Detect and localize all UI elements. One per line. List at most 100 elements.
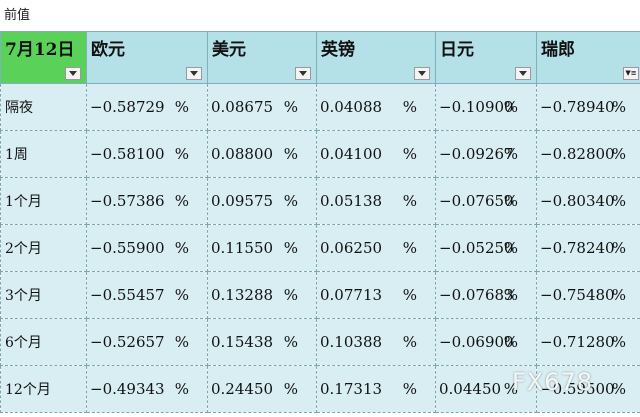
rate-cell[interactable]: −0.07683% <box>435 271 537 319</box>
rate-cell[interactable]: −0.82800% <box>536 130 640 178</box>
header-cell[interactable]: 日元 <box>435 31 537 84</box>
rate-cell[interactable]: 0.05138% <box>316 177 436 225</box>
rate-cell[interactable]: 0.04088% <box>316 83 436 131</box>
rate-cell[interactable]: 0.17313% <box>316 365 436 413</box>
percent-unit: % <box>611 145 626 163</box>
percent-unit: % <box>174 239 189 257</box>
rate-value: −0.57386 <box>90 192 165 210</box>
header-cell[interactable]: 英镑 <box>316 31 436 84</box>
percent-unit: % <box>174 286 189 304</box>
rate-value: 0.05138 <box>320 192 383 210</box>
rate-value: −0.75480 <box>540 286 615 304</box>
rate-cell[interactable]: 0.04100% <box>316 130 436 178</box>
sheet-caption: 前值 <box>4 8 31 23</box>
header-label: 瑞郎 <box>541 40 575 60</box>
term-cell[interactable]: 6个月 <box>0 318 87 366</box>
percent-unit: % <box>611 239 626 257</box>
term-cell[interactable]: 2个月 <box>0 224 87 272</box>
filter-dropdown-icon[interactable] <box>515 67 531 80</box>
rate-cell[interactable]: −0.09267% <box>435 130 537 178</box>
filter-dropdown-icon[interactable] <box>414 67 430 80</box>
rate-cell[interactable]: −0.49343% <box>86 365 208 413</box>
rate-value: −0.55900 <box>90 239 165 257</box>
rate-value: 0.17313 <box>320 380 383 398</box>
header-cell[interactable]: 欧元 <box>86 31 208 84</box>
rate-cell[interactable]: 0.10388% <box>316 318 436 366</box>
rate-value: −0.55457 <box>90 286 165 304</box>
percent-unit: % <box>174 98 189 116</box>
percent-unit: % <box>503 239 518 257</box>
rate-value: −0.71280 <box>540 333 615 351</box>
rate-cell[interactable]: −0.06900% <box>435 318 537 366</box>
rate-cell[interactable]: 0.11550% <box>207 224 317 272</box>
rate-cell[interactable]: −0.07650% <box>435 177 537 225</box>
percent-unit: % <box>283 286 298 304</box>
rate-value: −0.58100 <box>90 145 165 163</box>
rate-cell[interactable]: −0.75480% <box>536 271 640 319</box>
percent-unit: % <box>174 192 189 210</box>
rate-value: −0.82800 <box>540 145 615 163</box>
percent-unit: % <box>283 239 298 257</box>
table-row: 3个月 −0.55457% 0.13288% 0.07713% −0.07683% −0.… <box>0 271 640 319</box>
term-cell[interactable]: 1周 <box>0 130 87 178</box>
rate-cell[interactable]: −0.71280% <box>536 318 640 366</box>
rate-value: 0.08800 <box>211 145 274 163</box>
percent-unit: % <box>283 380 298 398</box>
percent-unit: % <box>402 333 417 351</box>
rate-value: −0.05250 <box>439 239 514 257</box>
rate-value: −0.58729 <box>90 98 165 116</box>
rate-value: 0.24450 <box>211 380 274 398</box>
rate-cell[interactable]: −0.57386% <box>86 177 208 225</box>
rate-cell[interactable]: −0.52657% <box>86 318 208 366</box>
term-cell[interactable]: 隔夜 <box>0 83 87 131</box>
rate-cell[interactable]: −0.55900% <box>86 224 208 272</box>
rate-cell[interactable]: −0.78940% <box>536 83 640 131</box>
percent-unit: % <box>503 286 518 304</box>
filter-active-icon[interactable]: ▼≡ <box>623 67 639 80</box>
rate-cell[interactable]: −0.58100% <box>86 130 208 178</box>
rate-cell[interactable]: 0.08675% <box>207 83 317 131</box>
header-label: 英镑 <box>321 40 355 60</box>
rate-cell[interactable]: 0.15438% <box>207 318 317 366</box>
percent-unit: % <box>174 145 189 163</box>
rate-cell[interactable]: −0.80340% <box>536 177 640 225</box>
percent-unit: % <box>611 333 626 351</box>
table-row: 1个月 −0.57386% 0.09575% 0.05138% −0.07650% −0.… <box>0 177 640 225</box>
header-label: 欧元 <box>91 40 125 60</box>
rate-cell[interactable]: −0.05250% <box>435 224 537 272</box>
rate-cell[interactable]: 0.24450% <box>207 365 317 413</box>
header-date-cell[interactable]: 7月12日 <box>0 31 87 84</box>
header-cell[interactable]: 瑞郎 ▼≡ <box>536 31 640 84</box>
rate-cell[interactable]: −0.10900% <box>435 83 537 131</box>
rate-value: −0.78940 <box>540 98 615 116</box>
table-row: 1周 −0.58100% 0.08800% 0.04100% −0.09267% −0.8… <box>0 130 640 178</box>
header-cell[interactable]: 美元 <box>207 31 317 84</box>
rate-value: −0.78240 <box>540 239 615 257</box>
term-cell[interactable]: 12个月 <box>0 365 87 413</box>
rate-value: −0.09267 <box>439 145 514 163</box>
rate-cell[interactable]: 0.07713% <box>316 271 436 319</box>
percent-unit: % <box>402 286 417 304</box>
rate-cell[interactable]: 0.13288% <box>207 271 317 319</box>
table-row: 隔夜 −0.58729% 0.08675% 0.04088% −0.10900% −0.7… <box>0 83 640 131</box>
rate-value: 0.15438 <box>211 333 274 351</box>
term-cell[interactable]: 1个月 <box>0 177 87 225</box>
rate-cell[interactable]: −0.78240% <box>536 224 640 272</box>
percent-unit: % <box>503 333 518 351</box>
term-cell[interactable]: 3个月 <box>0 271 87 319</box>
percent-unit: % <box>283 145 298 163</box>
percent-unit: % <box>503 192 518 210</box>
rate-cell[interactable]: 0.09575% <box>207 177 317 225</box>
rate-cell[interactable]: −0.55457% <box>86 271 208 319</box>
rate-value: 0.07713 <box>320 286 383 304</box>
rate-cell[interactable]: 0.06250% <box>316 224 436 272</box>
filter-dropdown-icon[interactable] <box>186 67 202 80</box>
rate-cell[interactable]: −0.58729% <box>86 83 208 131</box>
table-row: 2个月 −0.55900% 0.11550% 0.06250% −0.05250% −0.… <box>0 224 640 272</box>
rate-value: 0.13288 <box>211 286 274 304</box>
filter-dropdown-icon[interactable] <box>295 67 311 80</box>
filter-dropdown-icon[interactable] <box>65 67 81 80</box>
table-body: 隔夜 −0.58729% 0.08675% 0.04088% −0.10900% −0.7… <box>0 83 640 413</box>
rate-cell[interactable]: 0.08800% <box>207 130 317 178</box>
percent-unit: % <box>611 380 626 398</box>
